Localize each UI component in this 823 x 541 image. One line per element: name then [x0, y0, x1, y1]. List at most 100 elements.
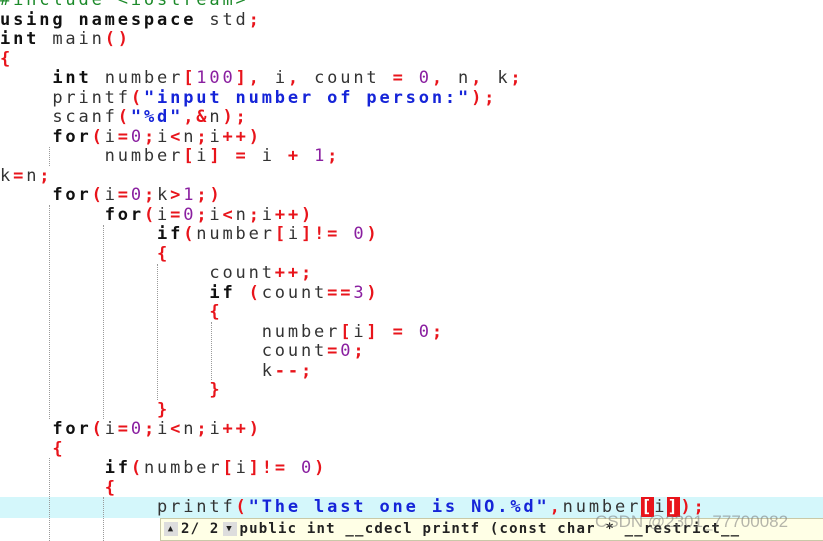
code-line[interactable]: int main(): [0, 29, 131, 49]
code-token: 0: [130, 185, 144, 205]
code-line[interactable]: if(number[i]!= 0): [0, 458, 327, 478]
code-token: <: [170, 419, 184, 439]
code-token: 0: [130, 126, 144, 147]
code-token: (: [130, 87, 144, 108]
code-token: (: [143, 204, 158, 225]
code-line[interactable]: #include <iostream>: [0, 0, 249, 10]
code-token: if: [104, 458, 131, 478]
code-token: i: [157, 419, 171, 439]
code-line[interactable]: int number[100], i, count = 0, n, k;: [0, 68, 524, 88]
triangle-up-icon[interactable]: ▲: [164, 522, 178, 536]
code-token: number: [143, 458, 223, 478]
code-token: ++): [222, 419, 262, 439]
code-token: ;: [143, 185, 158, 205]
code-token: if: [157, 224, 184, 244]
code-token: ): [366, 282, 380, 303]
code-token: ],: [235, 68, 275, 88]
code-line[interactable]: k=n;: [0, 166, 52, 186]
code-line[interactable]: {: [0, 244, 170, 264]
code-line[interactable]: {: [0, 49, 13, 69]
code-token: ;): [196, 185, 223, 205]
code-line[interactable]: number[i] = 0;: [0, 322, 445, 342]
code-token: {: [0, 48, 14, 69]
code-token: (: [130, 458, 144, 478]
code-token: 3: [353, 282, 367, 303]
code-token: "input number of person:": [143, 87, 472, 108]
code-token: 0: [301, 458, 315, 478]
code-token: ;: [143, 419, 158, 439]
code-token: >: [170, 185, 184, 205]
code-token: count: [261, 282, 328, 303]
code-line[interactable]: for(i=0;i<n;i++): [0, 127, 262, 147]
code-token: n: [183, 126, 197, 147]
code-token: ): [366, 224, 380, 244]
code-token: );: [222, 107, 249, 127]
code-line[interactable]: using namespace std;: [0, 10, 262, 30]
code-token: printf: [0, 497, 236, 517]
code-token: printf: [0, 87, 131, 108]
code-token: i: [235, 458, 249, 478]
code-token: ++;: [274, 263, 315, 283]
code-token: =: [117, 126, 131, 147]
code-token: ;: [39, 165, 53, 186]
code-token: ;: [248, 9, 262, 30]
code-token: 100: [196, 68, 236, 88]
code-token: ;: [431, 321, 445, 342]
code-token: );: [471, 87, 498, 108]
code-token: (: [248, 282, 262, 303]
code-token: "The last one is NO.%d": [248, 497, 550, 517]
code-editor[interactable]: #include <iostream> using namespace std; i…: [0, 0, 823, 541]
code-line[interactable]: {: [0, 478, 118, 498]
code-line[interactable]: if(number[i]!= 0): [0, 224, 380, 244]
code-line[interactable]: {: [0, 302, 222, 322]
code-line[interactable]: for(i=0;i<n;i++): [0, 419, 262, 439]
code-token: =: [170, 204, 184, 225]
code-line[interactable]: k--;: [0, 361, 314, 381]
code-token: [: [274, 224, 288, 244]
code-token: i: [209, 204, 223, 225]
code-line[interactable]: count=0;: [0, 341, 366, 361]
code-line[interactable]: number[i] = i + 1;: [0, 146, 340, 166]
code-token: 0: [183, 204, 197, 225]
code-token: ;: [196, 204, 210, 225]
code-line[interactable]: printf("input number of person:");: [0, 88, 497, 108]
code-token: [: [183, 68, 197, 88]
code-line[interactable]: scanf("%d",&n);: [0, 107, 249, 127]
code-token: k: [157, 185, 171, 205]
code-line[interactable]: for(i=0;k>1;): [0, 185, 223, 205]
code-line[interactable]: }: [0, 380, 222, 400]
code-token: k: [0, 360, 275, 381]
code-line[interactable]: if (count==3): [0, 283, 380, 303]
code-line[interactable]: for(i=0;i<n;i++): [0, 205, 314, 225]
code-token: i: [274, 68, 288, 88]
code-token: n: [458, 68, 472, 88]
code-token: [: [340, 321, 354, 342]
code-token: i: [209, 419, 223, 439]
code-token: count: [0, 341, 328, 361]
code-token: {: [209, 302, 223, 322]
code-token: (: [91, 419, 105, 439]
code-token: ==: [327, 282, 354, 303]
triangle-down-icon[interactable]: ▼: [222, 522, 237, 536]
code-token: ;: [510, 68, 524, 88]
code-line[interactable]: }: [0, 400, 170, 420]
code-token: i: [104, 126, 118, 147]
code-token: 0: [353, 224, 367, 244]
watermark: CSDN @2301_77700082: [595, 512, 789, 531]
code-line[interactable]: count++;: [0, 263, 314, 283]
code-token: (): [104, 29, 131, 49]
code-token: =: [13, 165, 27, 186]
code-token: =: [117, 185, 131, 205]
code-token: #include <iostream>: [0, 0, 249, 10]
code-token: ]!=: [301, 224, 354, 244]
code-token: ,: [431, 68, 459, 88]
code-line[interactable]: {: [0, 439, 65, 459]
